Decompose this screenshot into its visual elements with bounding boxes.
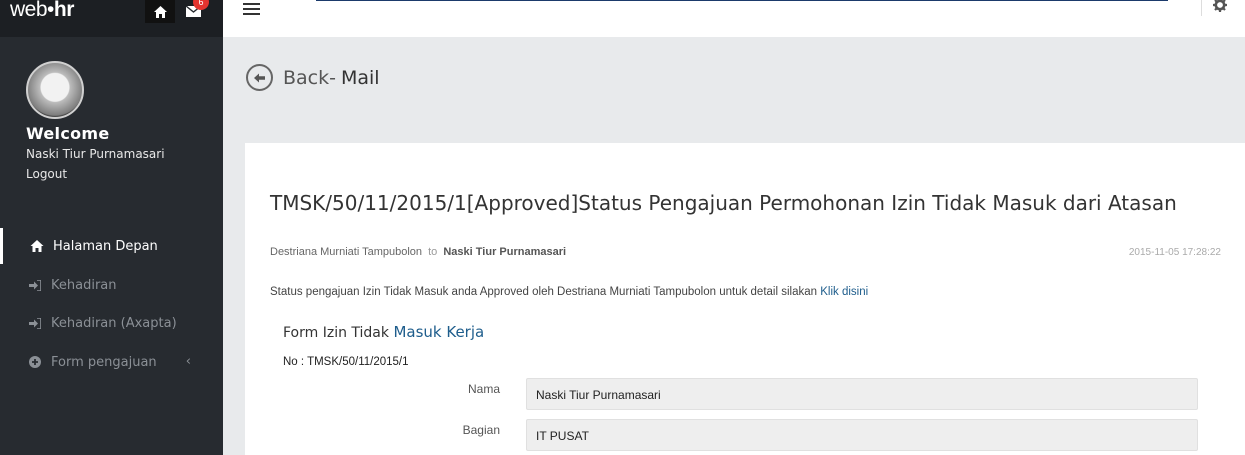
back-button[interactable]: [246, 64, 273, 91]
top-divider: [1201, 0, 1202, 16]
mail-sender: Destriana Murniati Tampubolon: [270, 246, 423, 258]
field-label-bagian: Bagian: [462, 423, 500, 437]
arrow-left-icon: [254, 73, 265, 82]
sidebar-item-label: Form pengajuan: [51, 354, 157, 370]
form-title-highlight: Masuk Kerja: [393, 323, 485, 341]
welcome-heading: Welcome: [26, 124, 110, 143]
mail-body-text: Status pengajuan Izin Tidak Masuk anda A…: [270, 286, 818, 298]
mail-panel: TMSK/50/11/2015/1[Approved]Status Pengaj…: [245, 143, 1245, 455]
topbar: [223, 0, 1245, 37]
home-icon: [30, 240, 44, 252]
detail-link[interactable]: Klik disini: [820, 286, 868, 298]
mail-recipient: Naski Tiur Purnamasari: [443, 246, 567, 258]
back-label[interactable]: Back-: [283, 67, 336, 89]
home-button[interactable]: [145, 0, 175, 23]
plus-circle-icon: [29, 356, 41, 368]
mail-to-word: to: [428, 246, 438, 258]
sidebar-item-kehadiran-axapta[interactable]: Kehadiran (Axapta): [0, 305, 223, 341]
mail-meta: Destriana Murniati Tampubolon to Naski T…: [270, 246, 566, 258]
top-divider-line: [316, 0, 1168, 1]
chevron-left-icon: ‹: [185, 354, 191, 369]
sidebar-item-form-pengajuan[interactable]: Form pengajuan ‹: [0, 344, 223, 380]
mail-date: 2015-11-05 17:28:22: [1128, 247, 1221, 258]
sidebar-item-label: Kehadiran: [51, 277, 117, 293]
sign-in-icon: [29, 317, 41, 329]
sidebar: web•hr 6 Welcome Naski Tiur Purnamasari …: [0, 0, 223, 455]
sidebar-item-label: Halaman Depan: [53, 238, 158, 254]
field-label-nama: Nama: [467, 382, 500, 396]
field-value-nama: Naski Tiur Purnamasari: [526, 378, 1198, 410]
avatar: [26, 61, 84, 119]
menu-toggle-icon[interactable]: [243, 3, 260, 17]
form-number: No : TMSK/50/11/2015/1: [283, 356, 409, 368]
field-value-bagian: IT PUSAT: [526, 419, 1198, 451]
sidebar-item-halaman-depan[interactable]: Halaman Depan: [0, 228, 223, 264]
page-title: Mail: [340, 66, 380, 89]
mail-subject: TMSK/50/11/2015/1[Approved]Status Pengaj…: [270, 191, 1177, 215]
user-name: Naski Tiur Purnamasari: [26, 147, 165, 161]
form-title-plain: Form Izin Tidak: [283, 325, 389, 341]
gear-icon[interactable]: [1213, 0, 1227, 17]
back-header: Back- Mail: [246, 64, 380, 91]
logo[interactable]: web•hr: [10, 0, 74, 22]
sidebar-item-label: Kehadiran (Axapta): [51, 315, 177, 331]
logout-link[interactable]: Logout: [26, 167, 67, 181]
brand-bar: web•hr 6: [0, 0, 223, 37]
home-icon: [153, 5, 167, 18]
sign-in-icon: [29, 279, 41, 291]
sidebar-item-kehadiran[interactable]: Kehadiran: [0, 267, 223, 303]
form-title: Form Izin Tidak Masuk Kerja: [283, 323, 484, 341]
mail-body: Status pengajuan Izin Tidak Masuk anda A…: [270, 286, 868, 298]
